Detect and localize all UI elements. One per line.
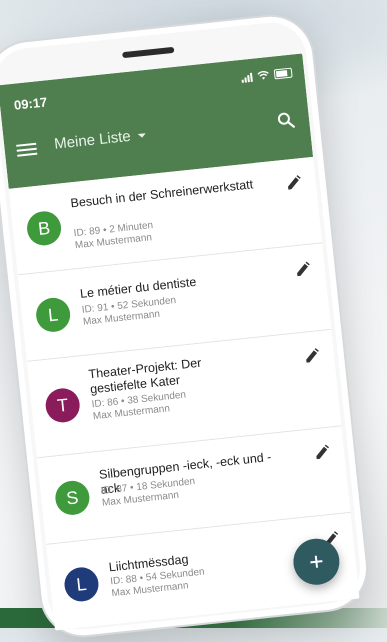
list-selector[interactable]: Meine Liste [53, 126, 146, 153]
plus-icon [310, 555, 323, 568]
pencil-icon[interactable] [285, 174, 303, 192]
avatar: B [25, 209, 63, 248]
wifi-icon [257, 70, 269, 80]
menu-icon[interactable] [16, 140, 38, 158]
item-title: Besuch in der Schreinerwerkstatt [69, 177, 254, 211]
avatar: L [62, 565, 101, 604]
pencil-icon[interactable] [313, 444, 331, 462]
avatar: L [34, 296, 72, 334]
caret-down-icon [137, 132, 146, 138]
phone-screen: 09:17 Meine Liste B Besuch in der Schrei… [0, 53, 360, 631]
status-icons [241, 67, 293, 83]
pencil-icon[interactable] [303, 347, 321, 365]
list-title: Meine Liste [53, 127, 132, 153]
phone-mockup: 09:17 Meine Liste B Besuch in der Schrei… [0, 10, 373, 642]
status-time: 09:17 [13, 94, 48, 113]
avatar: S [53, 479, 92, 517]
search-icon[interactable] [276, 111, 296, 131]
pencil-icon[interactable] [294, 261, 312, 279]
signal-icon [241, 72, 253, 83]
battery-icon [273, 67, 293, 80]
avatar: T [43, 386, 82, 425]
